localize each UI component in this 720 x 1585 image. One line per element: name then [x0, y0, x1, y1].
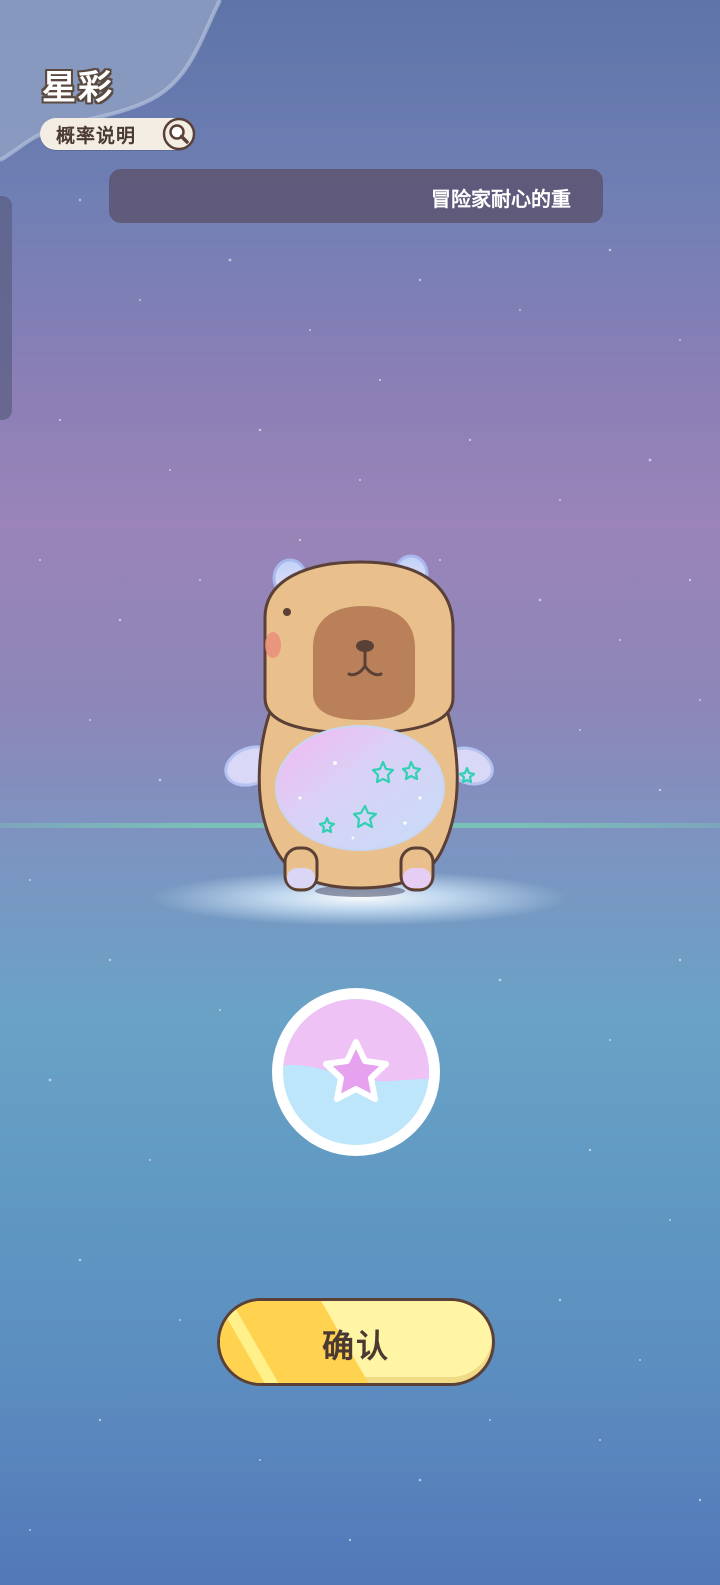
capybara-character: [224, 554, 494, 897]
side-drawer-tab[interactable]: [0, 196, 12, 420]
confirm-button[interactable]: 确认: [217, 1298, 495, 1386]
star-variant-badge: [272, 988, 440, 1156]
announcement-ticker: 冒险家耐心的重: [109, 169, 603, 223]
probability-info-label: 概率说明: [56, 124, 137, 147]
probability-info-button[interactable]: 概率说明: [40, 117, 196, 151]
confirm-button-label: 确认: [321, 1327, 390, 1365]
search-icon: [162, 117, 196, 151]
page-title: 星彩: [42, 68, 114, 108]
ticker-text: 冒险家耐心的重: [431, 187, 571, 211]
